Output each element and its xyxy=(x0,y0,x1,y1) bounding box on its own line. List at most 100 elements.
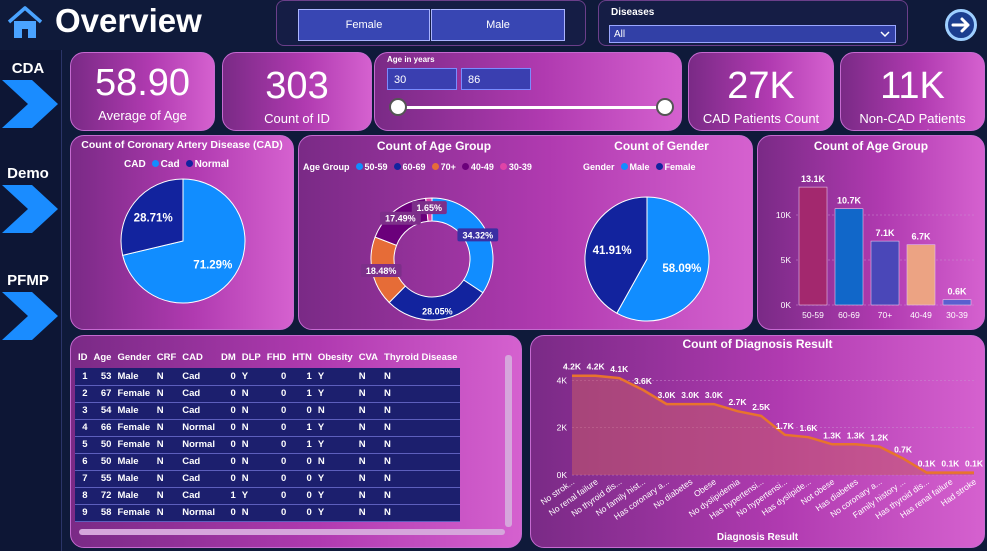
area-value-label-1: 4.2K xyxy=(587,362,606,372)
bar-xtick-4: 30-39 xyxy=(946,310,968,320)
table-header-obesity[interactable]: Obesity xyxy=(315,346,356,368)
table-header-id[interactable]: ID xyxy=(75,346,91,368)
table-header-dm[interactable]: DM xyxy=(218,346,239,368)
area-value-label-2: 4.1K xyxy=(610,364,629,374)
age-max-input[interactable]: 86 xyxy=(461,68,531,90)
table-row[interactable]: 7 55 Male N Cad 0 N 0 0 Y N N xyxy=(75,470,461,488)
table-header-htn[interactable]: HTN xyxy=(289,346,315,368)
table-header-fhd[interactable]: FHD xyxy=(264,346,290,368)
table-cell: 0 xyxy=(217,402,239,420)
table-cell: 1 xyxy=(289,385,315,403)
table-cell: 0 xyxy=(217,453,239,471)
table-cell: N xyxy=(381,453,461,471)
table-header-cva[interactable]: CVA xyxy=(356,346,381,368)
table-cell: N xyxy=(314,453,356,471)
gender-female-button[interactable]: Female xyxy=(298,9,430,41)
gender-male-button[interactable]: Male xyxy=(431,9,565,41)
area-value-label-7: 2.7K xyxy=(729,397,748,407)
table-header-gender[interactable]: Gender xyxy=(114,346,153,368)
area-value-label-14: 0.7K xyxy=(894,444,913,454)
table-cell: 1 xyxy=(217,487,239,505)
age-min-input[interactable]: 30 xyxy=(387,68,457,90)
kpi-noncad-patients: 11K Non-CAD Patients Count xyxy=(840,52,985,131)
table-cell: 0 xyxy=(289,504,315,522)
table-cell: N xyxy=(355,436,382,454)
next-page-icon[interactable] xyxy=(944,8,978,42)
table-cell: 5 xyxy=(75,436,91,454)
table-row[interactable]: 6 50 Male N Cad 0 N 0 0 N N N xyxy=(75,453,461,471)
table-cell: Male xyxy=(114,368,154,386)
table-header-row: ID Age Gender CRF CAD DM DLP FHD HTN Obesity CVA Th… xyxy=(75,346,460,368)
home-icon[interactable] xyxy=(6,5,44,41)
table-horizontal-scrollbar[interactable] xyxy=(79,529,505,535)
table-cell: 0 xyxy=(263,385,290,403)
table-row[interactable]: 4 66 Female N Normal 0 N 0 1 Y N N xyxy=(75,419,461,437)
bar-70[interactable] xyxy=(870,240,900,306)
table-cell: N xyxy=(238,453,264,471)
bar-3039[interactable] xyxy=(942,299,972,306)
table-cell: 4 xyxy=(75,419,91,437)
kpi-count-id-label: Count of ID xyxy=(264,111,330,126)
table-cell: Cad xyxy=(179,385,218,403)
bar-value-label-0: 13.1K xyxy=(801,174,826,184)
nav-demo-arrow-icon[interactable] xyxy=(2,185,58,233)
area-value-label-15: 0.1K xyxy=(918,459,937,469)
table-cell: N xyxy=(238,436,264,454)
table-cell: 53 xyxy=(90,368,115,386)
table-cell: N xyxy=(153,385,180,403)
table-header-thyroid-disease[interactable]: Thyroid Disease xyxy=(381,346,460,368)
bar-5059[interactable] xyxy=(798,186,828,306)
area-value-label-12: 1.3K xyxy=(847,430,866,440)
table-cell: N xyxy=(355,487,382,505)
table-cell: N xyxy=(153,436,180,454)
nav-pfmp-arrow-icon[interactable] xyxy=(2,292,58,340)
age-gender-card: Count of Age Group Age Group 50-59 60-69… xyxy=(298,135,753,330)
table-cell: N xyxy=(153,368,180,386)
table-cell: 55 xyxy=(90,470,115,488)
table-header-dlp[interactable]: DLP xyxy=(239,346,264,368)
table-cell: N xyxy=(153,402,180,420)
table-cell: N xyxy=(381,419,461,437)
table-cell: 0 xyxy=(263,504,290,522)
area-value-label-4: 3.0K xyxy=(658,390,677,400)
table-cell: N xyxy=(355,419,382,437)
table-row[interactable]: 5 50 Female N Normal 0 N 0 1 Y N N xyxy=(75,436,461,454)
kpi-noncad-patients-value: 11K xyxy=(880,65,945,107)
age-slider-max-handle[interactable] xyxy=(656,98,674,116)
patients-table: ID Age Gender CRF CAD DM DLP FHD HTN Obesity CVA Th… xyxy=(75,346,461,522)
table-row[interactable]: 2 67 Female N Cad 0 N 0 1 Y N N xyxy=(75,385,461,403)
table-cell: 0 xyxy=(217,470,239,488)
table-header-crf[interactable]: CRF xyxy=(154,346,180,368)
age-bar-chart: 0K 5K 10K 13.1K 50-59 10.7K 60-69 7.1K 70+ 6.7K 40… xyxy=(776,174,976,320)
table-row[interactable]: 3 54 Male N Cad 0 N 0 0 N N N xyxy=(75,402,461,420)
table-cell: Cad xyxy=(179,402,218,420)
nav-cda-arrow-icon[interactable] xyxy=(2,80,58,128)
table-row[interactable]: 9 58 Female N Normal 0 N 0 0 Y N N xyxy=(75,504,461,522)
patients-table-card: ID Age Gender CRF CAD DM DLP FHD HTN Obesity CVA Th… xyxy=(70,335,522,548)
table-cell: Normal xyxy=(179,436,218,454)
bar-value-label-1: 10.7K xyxy=(837,196,862,206)
diagnosis-card: Count of Diagnosis Result 0K 2K 4K 4.2K No s… xyxy=(530,335,985,548)
table-header-age[interactable]: Age xyxy=(91,346,115,368)
table-cell: Y xyxy=(314,470,356,488)
bar-4049[interactable] xyxy=(906,244,936,306)
table-row[interactable]: 8 72 Male N Cad 1 Y 0 0 Y N N xyxy=(75,487,461,505)
table-cell: N xyxy=(381,487,461,505)
bar-6069[interactable] xyxy=(834,208,864,306)
table-vertical-scrollbar[interactable] xyxy=(505,355,512,527)
diseases-dropdown[interactable]: All xyxy=(609,25,896,43)
gender-pie-label-0: 58.09% xyxy=(662,263,701,275)
bar-ytick-2: 10K xyxy=(776,210,791,220)
area-value-label-3: 3.6K xyxy=(634,376,653,386)
table-header-cad[interactable]: CAD xyxy=(179,346,218,368)
table-cell: 0 xyxy=(263,419,290,437)
table-row[interactable]: 1 53 Male N Cad 0 Y 0 1 Y N N xyxy=(75,368,461,386)
cad-pie-card: Count of Coronary Artery Disease (CAD) C… xyxy=(70,135,294,330)
table-cell: N xyxy=(381,436,461,454)
table-cell: 0 xyxy=(263,402,290,420)
age-slider-min-handle[interactable] xyxy=(389,98,407,116)
nav-pfmp-label: PFMP xyxy=(7,272,49,289)
table-cell: 0 xyxy=(289,487,315,505)
table-cell: 1 xyxy=(75,368,91,386)
table-cell: N xyxy=(355,368,382,386)
